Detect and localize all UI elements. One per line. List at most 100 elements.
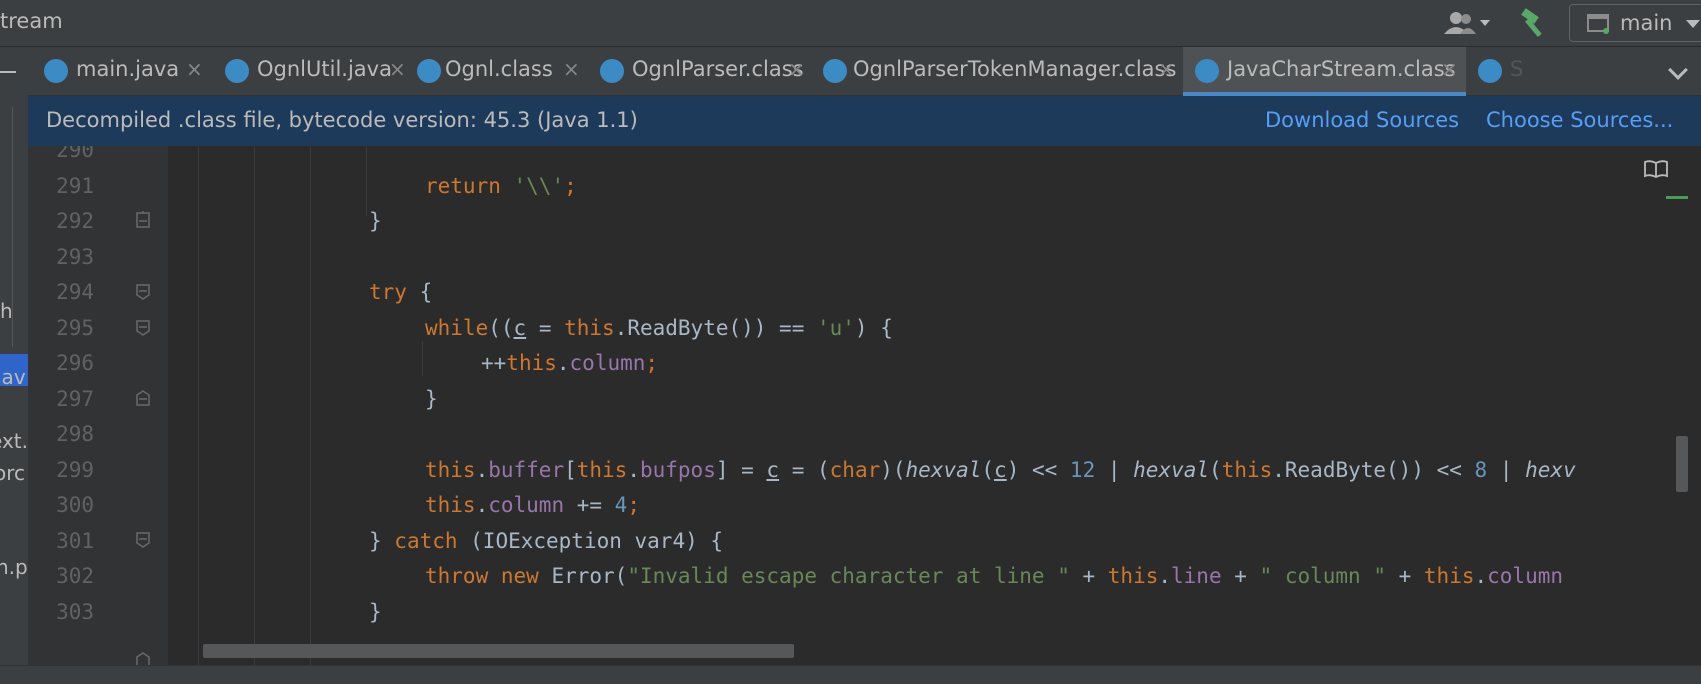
- fold-end-icon[interactable]: [135, 651, 151, 665]
- code-line-294: try {: [369, 280, 432, 304]
- fold-end-icon[interactable]: [135, 211, 151, 229]
- user-icon[interactable]: [1442, 8, 1492, 38]
- change-marker: [1666, 196, 1688, 199]
- fold-start-icon[interactable]: [135, 283, 151, 301]
- code-text: |: [1095, 458, 1134, 482]
- indent-guide: [254, 146, 255, 665]
- tab-ognl-class[interactable]: Ognl.class ×: [413, 47, 588, 96]
- tab-label: OgnlUtil.java: [257, 57, 392, 81]
- keyword: this: [576, 458, 628, 482]
- keyword: this: [1221, 458, 1273, 482]
- brace: }: [369, 600, 382, 624]
- string-literal: " column ": [1259, 564, 1386, 588]
- punctuation: ;: [564, 174, 577, 198]
- class-icon: [225, 59, 249, 83]
- tab-ognlparser-class[interactable]: OgnlParser.class ×: [588, 47, 813, 96]
- chevron-down-icon: [1686, 20, 1700, 28]
- indent-guide: [310, 146, 311, 665]
- keyword: throw: [425, 564, 489, 588]
- line-number: 303: [56, 600, 94, 624]
- run-config-label: main: [1620, 11, 1673, 35]
- tree-fragment[interactable]: n.pi: [0, 555, 28, 579]
- tree-fragment[interactable]: h: [0, 299, 13, 323]
- code-editor[interactable]: 290 291 292 293 294 295 296 297 298 299 …: [28, 146, 1701, 665]
- tab-label: OgnlParserTokenManager.class: [853, 57, 1177, 81]
- line-number: 291: [56, 174, 94, 198]
- close-icon[interactable]: ×: [788, 57, 805, 81]
- code-text: .ReadByte()) <<: [1272, 458, 1475, 482]
- code-text: ++: [481, 351, 507, 375]
- tab-ognlutil-java[interactable]: OgnlUtil.java ×: [213, 47, 413, 96]
- reader-mode-icon[interactable]: [1643, 158, 1669, 180]
- code-text: .: [1474, 564, 1488, 588]
- keyword: return: [425, 174, 501, 198]
- code-line-295: while((c = this.ReadByte()) == 'u') {: [425, 316, 893, 340]
- keyword: this: [1423, 564, 1475, 588]
- line-number: 293: [56, 245, 94, 269]
- tab-label: Ognl.class: [445, 57, 553, 81]
- application-config-icon: [1586, 13, 1612, 35]
- code-text: Error(: [538, 564, 628, 588]
- project-panel-edge: h jav ext. orc n.pi: [0, 47, 28, 665]
- tree-fragment[interactable]: jav: [0, 365, 26, 389]
- locked-class-icon: [823, 59, 847, 83]
- code-text: .: [475, 493, 489, 517]
- keyword: new: [500, 564, 539, 588]
- build-hammer-icon[interactable]: [1518, 8, 1550, 38]
- download-sources-link[interactable]: Download Sources: [1265, 108, 1459, 132]
- field: column: [569, 351, 646, 375]
- line-number: 294: [56, 280, 94, 304]
- fold-start-icon[interactable]: [135, 319, 151, 337]
- close-icon[interactable]: ×: [1158, 57, 1175, 81]
- collapse-icon[interactable]: [0, 71, 16, 73]
- variable: c: [513, 316, 527, 340]
- tab-main-java[interactable]: main.java ×: [28, 47, 213, 96]
- code-text: (: [981, 458, 995, 482]
- code-text: +=: [564, 493, 615, 517]
- run-configuration-selector[interactable]: main: [1569, 4, 1701, 42]
- code-text: ) {: [854, 316, 893, 340]
- fold-end-icon[interactable]: [135, 389, 151, 407]
- field: column: [488, 493, 565, 517]
- locked-class-icon: [417, 59, 441, 83]
- line-number: 299: [56, 458, 94, 482]
- code-text: ] =: [715, 458, 767, 482]
- tab-label: S: [1510, 57, 1524, 81]
- close-icon[interactable]: ×: [563, 57, 580, 81]
- line-number: 295: [56, 316, 94, 340]
- number-literal: 4: [614, 493, 628, 517]
- banner-text: Decompiled .class file, bytecode version…: [46, 108, 638, 132]
- tree-fragment[interactable]: orc: [0, 461, 25, 485]
- tab-label: OgnlParser.class: [632, 57, 804, 81]
- code-text: .: [627, 458, 640, 482]
- fold-start-icon[interactable]: [135, 531, 151, 549]
- tab-overflow-partial[interactable]: S: [1466, 47, 1656, 96]
- chevron-down-icon[interactable]: [1668, 60, 1688, 80]
- indent-guide: [198, 146, 199, 665]
- code-text: ((: [488, 316, 514, 340]
- tab-javacharstream-class[interactable]: JavaCharStream.class ×: [1183, 47, 1466, 96]
- line-number: 301: [56, 529, 94, 553]
- horizontal-scrollbar[interactable]: [203, 644, 794, 658]
- line-number: 302: [56, 564, 94, 588]
- code-text: )(: [880, 458, 906, 482]
- line-number: 290: [56, 146, 94, 162]
- keyword: catch: [394, 529, 458, 553]
- close-icon[interactable]: ×: [1441, 57, 1458, 81]
- keyword: this: [425, 458, 476, 482]
- code-text: = (: [779, 458, 830, 482]
- code-text: ) <<: [1006, 458, 1070, 482]
- field: line: [1171, 564, 1222, 588]
- variable: c: [994, 458, 1007, 482]
- tree-fragment[interactable]: ext.: [0, 429, 28, 453]
- field: column: [1487, 564, 1563, 588]
- brace: }: [369, 209, 382, 233]
- vertical-scrollbar[interactable]: [1676, 436, 1688, 492]
- close-icon[interactable]: ×: [389, 57, 406, 81]
- close-icon[interactable]: ×: [186, 57, 203, 81]
- locked-class-icon: [1478, 59, 1502, 83]
- method-call: hexval: [1133, 458, 1210, 482]
- choose-sources-link[interactable]: Choose Sources...: [1486, 108, 1673, 132]
- tab-ognlparsertokenmanager-class[interactable]: OgnlParserTokenManager.class ×: [813, 47, 1183, 96]
- code-text: .ReadByte()) ==: [614, 316, 817, 340]
